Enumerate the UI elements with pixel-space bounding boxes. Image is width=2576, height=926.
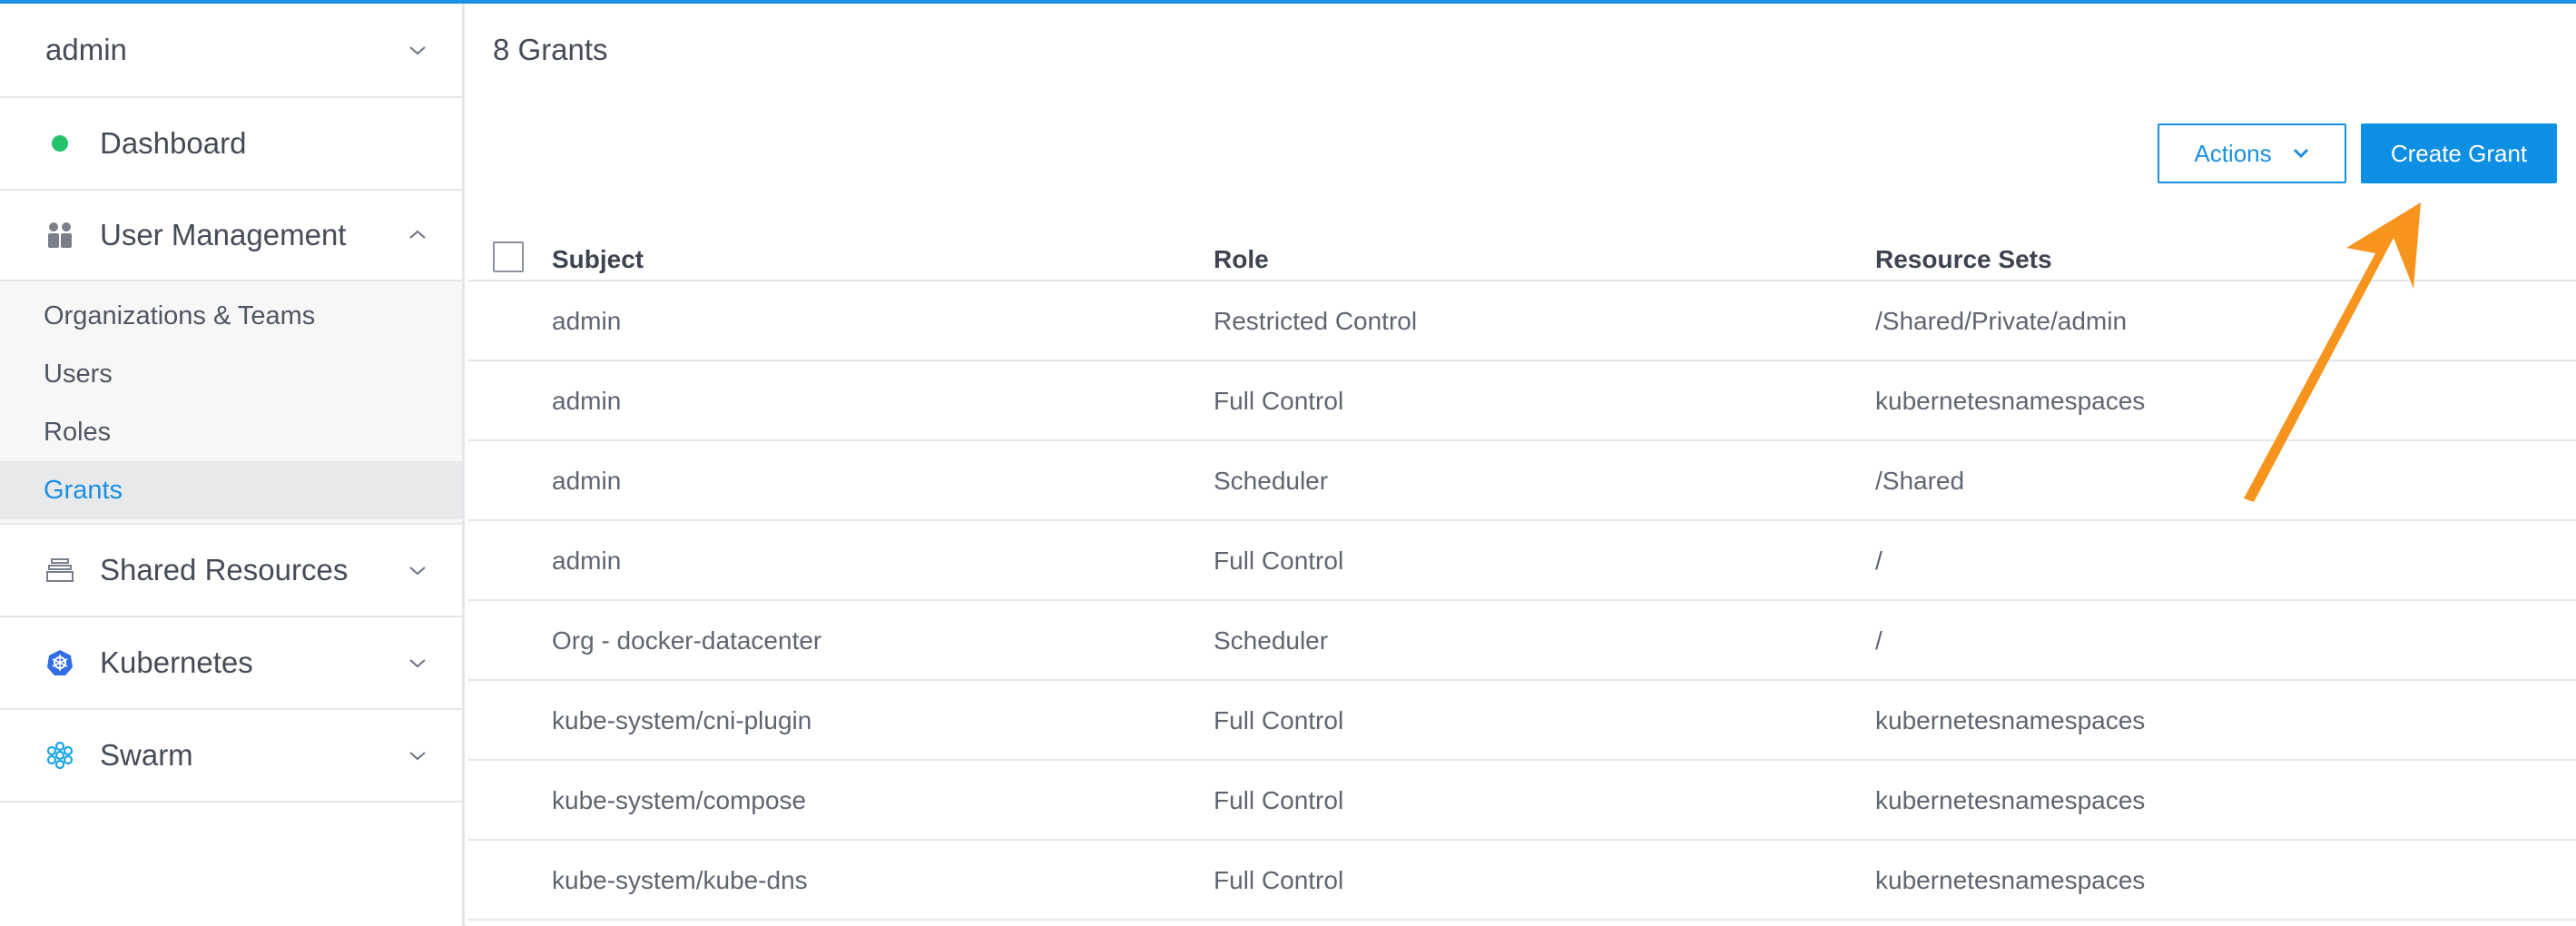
table-row[interactable]: admin Full Control / (467, 521, 2576, 601)
cell-resource-set: kubernetesnamespaces (1875, 706, 2146, 734)
cell-subject: Org - docker-datacenter (552, 626, 822, 655)
cell-resource-set: kubernetesnamespaces (1875, 786, 2146, 814)
cell-role: Restricted Control (1214, 307, 1418, 335)
sidebar-subitem-roles[interactable]: Roles (0, 403, 462, 461)
kubernetes-icon (44, 646, 76, 679)
cell-resource-set: /Shared/Private/admin (1875, 307, 2128, 335)
main-content: 8 Grants Actions Create Grant Subject Ro… (467, 4, 2576, 926)
column-header-resource-sets[interactable]: Resource Sets (1875, 245, 2052, 274)
create-grant-button[interactable]: Create Grant (2361, 123, 2557, 183)
grants-table: Subject Role Resource Sets admin Restric… (467, 231, 2576, 921)
cell-subject: admin (552, 467, 622, 495)
chevron-down-icon (2293, 148, 2308, 159)
cell-role: Scheduler (1214, 467, 1329, 495)
sidebar: admin Dashboard User Management Organiza… (0, 4, 465, 926)
cell-resource-set: / (1875, 547, 1883, 575)
chevron-down-icon (408, 745, 428, 765)
actions-dropdown-button[interactable]: Actions (2158, 123, 2346, 183)
sidebar-item-kubernetes[interactable]: Kubernetes (0, 617, 462, 710)
sidebar-subitem-organizations-teams[interactable]: Organizations & Teams (0, 287, 462, 345)
actions-label: Actions (2194, 139, 2272, 167)
chevron-down-icon (408, 40, 428, 60)
table-row[interactable]: admin Full Control kubernetesnamespaces (467, 361, 2576, 441)
cell-resource-set: kubernetesnamespaces (1875, 866, 2146, 894)
table-row[interactable]: kube-system/cni-plugin Full Control kube… (467, 681, 2576, 761)
cell-subject: kube-system/compose (552, 786, 807, 814)
cell-subject: admin (552, 307, 622, 335)
sidebar-subitem-grants[interactable]: Grants (0, 461, 462, 519)
sidebar-item-dashboard[interactable]: Dashboard (0, 98, 462, 191)
sidebar-subitem-users[interactable]: Users (0, 345, 462, 403)
cell-role: Full Control (1214, 387, 1344, 415)
table-row[interactable]: admin Restricted Control /Shared/Private… (467, 281, 2576, 361)
cell-subject: admin (552, 547, 622, 575)
select-all-checkbox[interactable] (493, 241, 524, 272)
cell-subject: kube-system/kube-dns (552, 866, 808, 894)
sidebar-item-swarm[interactable]: Swarm (0, 710, 462, 803)
user-name: admin (45, 33, 127, 66)
sidebar-item-label: Swarm (100, 738, 193, 772)
table-row[interactable]: Org - docker-datacenter Scheduler / (467, 601, 2576, 681)
cell-role: Full Control (1214, 706, 1344, 734)
status-dot-icon (44, 127, 76, 160)
swarm-icon (44, 739, 76, 772)
sidebar-item-label: User Management (100, 218, 347, 251)
sidebar-item-shared-resources[interactable]: Shared Resources (0, 525, 462, 617)
sidebar-item-label: Dashboard (100, 126, 247, 160)
page-title: 8 Grants (493, 33, 608, 66)
table-row[interactable]: kube-system/compose Full Control kuberne… (467, 761, 2576, 841)
cell-role: Full Control (1214, 866, 1344, 894)
user-menu[interactable]: admin (0, 4, 462, 98)
cell-subject: kube-system/cni-plugin (552, 706, 812, 734)
chevron-up-icon (408, 225, 428, 245)
table-header: Subject Role Resource Sets (467, 231, 2576, 281)
column-header-role[interactable]: Role (1214, 245, 1269, 274)
cell-role: Full Control (1214, 786, 1344, 814)
sidebar-item-label: Kubernetes (100, 645, 253, 679)
cell-resource-set: / (1875, 626, 1883, 655)
chevron-down-icon (408, 560, 428, 580)
users-icon (44, 219, 76, 251)
cell-resource-set: kubernetesnamespaces (1875, 387, 2146, 415)
table-row[interactable]: admin Scheduler /Shared (467, 441, 2576, 521)
table-row[interactable]: kube-system/kube-dns Full Control kubern… (467, 841, 2576, 921)
cell-subject: admin (552, 387, 622, 415)
user-management-submenu: Organizations & Teams Users Roles Grants (0, 281, 462, 525)
cell-resource-set: /Shared (1875, 467, 1965, 495)
sidebar-item-label: Shared Resources (100, 553, 349, 586)
cell-role: Full Control (1214, 547, 1344, 575)
stack-icon (44, 554, 76, 586)
sidebar-item-user-management[interactable]: User Management (0, 191, 462, 281)
cell-role: Scheduler (1214, 626, 1329, 655)
column-header-subject[interactable]: Subject (552, 245, 644, 274)
chevron-down-icon (408, 653, 428, 673)
